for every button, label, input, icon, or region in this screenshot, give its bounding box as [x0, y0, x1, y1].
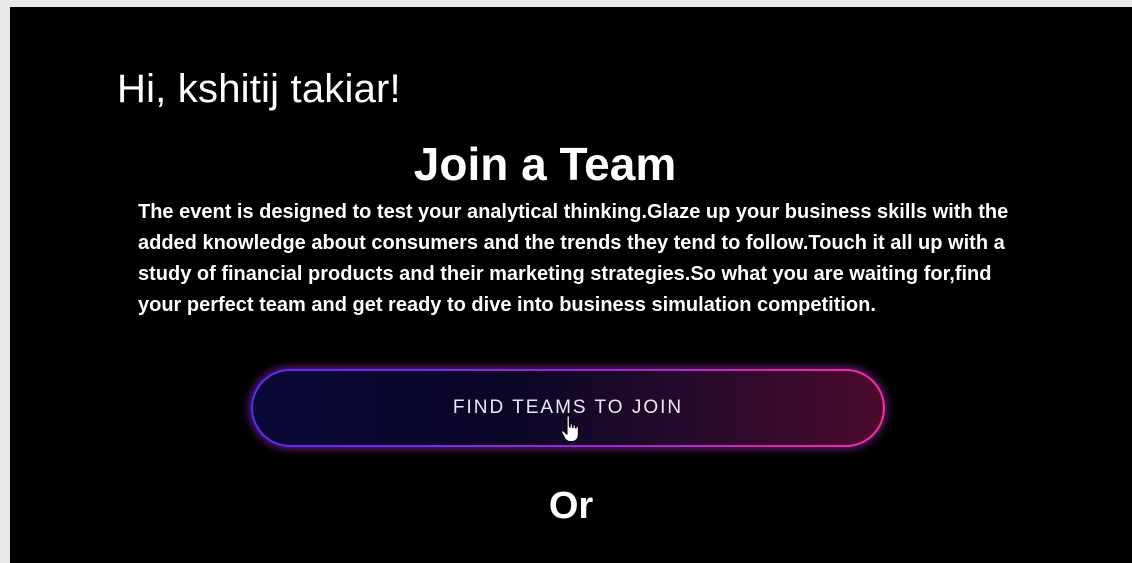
page-title: Join a Team [413, 138, 677, 190]
event-description: The event is designed to test your analy… [138, 201, 1009, 316]
page-frame: Hi, kshitij takiar! Join a Team The even… [10, 7, 1132, 563]
user-greeting: Hi, kshitij takiar! [117, 67, 401, 111]
or-divider-text: Or [548, 485, 594, 527]
hand-pointer-icon [560, 415, 579, 443]
